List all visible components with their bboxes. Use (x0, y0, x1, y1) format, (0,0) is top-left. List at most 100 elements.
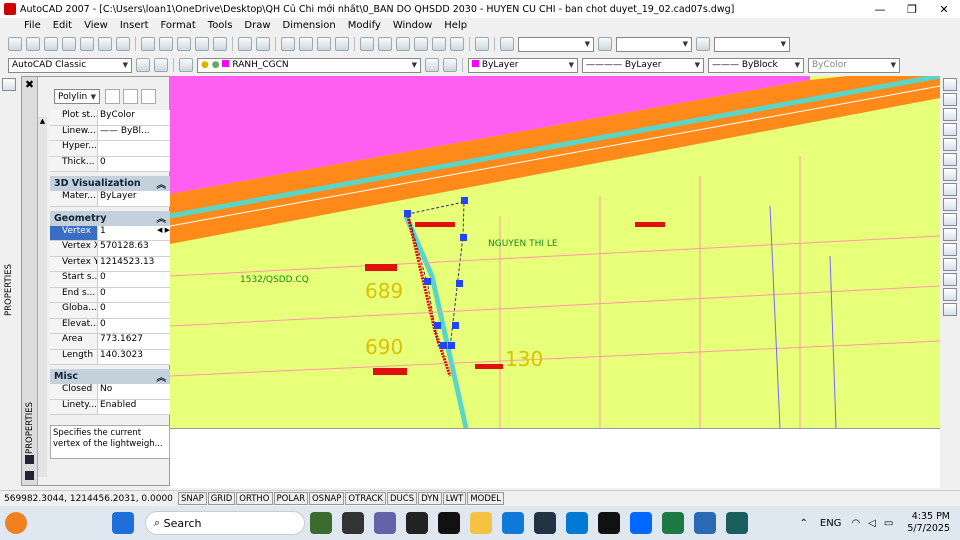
explode-icon[interactable] (943, 303, 957, 316)
dyn-toggle[interactable]: DYN (418, 492, 442, 505)
prop-row[interactable]: Area 773.1627 (50, 334, 170, 350)
palette-menu-icon[interactable] (25, 471, 34, 480)
trim-icon[interactable] (943, 213, 957, 226)
prop-row[interactable]: Length 140.3023 (50, 349, 170, 365)
section-misc[interactable]: Misc ︽ (50, 369, 170, 384)
layer-previous-icon[interactable] (443, 58, 457, 72)
widget-icon[interactable] (310, 512, 332, 534)
block-editor-icon[interactable] (213, 37, 227, 51)
store-icon[interactable] (534, 512, 556, 534)
dim-style-combo[interactable]: ▼ (616, 36, 692, 52)
layer-manager-icon[interactable] (179, 58, 193, 72)
battery-icon[interactable]: ▭ (880, 518, 897, 529)
erase-icon[interactable] (943, 78, 957, 91)
rotate-icon[interactable] (943, 168, 957, 181)
undo-icon[interactable] (238, 37, 252, 51)
object-type-combo[interactable]: Polylin ▼ (54, 89, 100, 104)
zoom-realtime-icon[interactable] (299, 37, 313, 51)
snap-toggle[interactable]: SNAP (178, 492, 207, 505)
zoom-previous-icon[interactable] (335, 37, 349, 51)
quick-select-icon[interactable] (141, 89, 156, 104)
layer-states-icon[interactable] (2, 78, 16, 91)
otrack-toggle[interactable]: OTRACK (345, 492, 386, 505)
polar-toggle[interactable]: POLAR (273, 492, 308, 505)
match-properties-icon[interactable] (195, 37, 209, 51)
menu-tools[interactable]: Tools (202, 20, 239, 31)
prop-row[interactable]: Vertex Y 1214523.13 (50, 256, 170, 272)
help-icon[interactable] (475, 37, 489, 51)
select-objects-icon[interactable] (123, 89, 138, 104)
chevron-up-icon[interactable]: ⌃ (793, 518, 813, 529)
workspace-settings-icon[interactable] (136, 58, 150, 72)
mirror-icon[interactable] (943, 108, 957, 121)
zoom-window-icon[interactable] (317, 37, 331, 51)
paste-icon[interactable] (177, 37, 191, 51)
publish-icon[interactable] (98, 37, 112, 51)
vertex-spinner-icon[interactable]: ◀ ▶ (157, 226, 170, 241)
pan-icon[interactable] (281, 37, 295, 51)
zalo-icon[interactable] (630, 512, 652, 534)
map-drawing[interactable]: 689 690 130 1532/QSDD.CQ NGUYEN THI LE (170, 76, 940, 428)
minimize-button[interactable]: — (864, 3, 896, 16)
model-toggle[interactable]: MODEL (467, 492, 504, 505)
prop-row[interactable]: Hyper... (50, 141, 170, 157)
autocad-app-icon[interactable] (4, 3, 16, 15)
taskbar-search[interactable]: ⌕ Search (145, 511, 305, 535)
properties-icon[interactable] (360, 37, 374, 51)
menu-dimension[interactable]: Dimension (277, 20, 342, 31)
stretch-icon[interactable] (943, 198, 957, 211)
weather-icon[interactable] (5, 512, 27, 534)
prop-row[interactable]: Mater... ByLayer (50, 191, 170, 207)
meet-icon[interactable] (374, 512, 396, 534)
offset-icon[interactable] (943, 123, 957, 136)
open-icon[interactable] (26, 37, 40, 51)
document-icon[interactable] (4, 20, 14, 30)
app-icon[interactable] (406, 512, 428, 534)
plot-preview-icon[interactable] (80, 37, 94, 51)
plotstyle-combo[interactable]: ByColor ▼ (808, 57, 900, 73)
task-view-icon[interactable] (342, 512, 364, 534)
volume-icon[interactable]: ◁ (864, 518, 880, 529)
capcut-icon[interactable] (438, 512, 460, 534)
section-3d-visualization[interactable]: 3D Visualization ︽ (50, 176, 170, 191)
prop-row[interactable]: Globa... 0 (50, 303, 170, 319)
osnap-toggle[interactable]: OSNAP (308, 492, 345, 505)
3d-dwf-icon[interactable] (116, 37, 130, 51)
table-style-combo[interactable]: ▼ (714, 36, 790, 52)
command-line[interactable] (170, 428, 940, 488)
excel-icon[interactable] (662, 512, 684, 534)
menu-view[interactable]: View (78, 20, 114, 31)
prop-row[interactable]: Closed No (50, 384, 170, 400)
lineweight-combo[interactable]: ——— ByBlock ▼ (708, 57, 804, 73)
layer-combo[interactable]: ● ● RANH_CGCN ▼ (197, 57, 421, 73)
launcher-icon[interactable] (566, 512, 588, 534)
palette-autohide-icon[interactable] (25, 455, 34, 464)
palette-scrollbar[interactable]: ▲ (38, 117, 47, 477)
array-icon[interactable] (943, 138, 957, 151)
menu-file[interactable]: File (18, 20, 47, 31)
prop-row[interactable]: Linew... —— ByBl... (50, 125, 170, 141)
prop-row[interactable]: Linety... Enabled (50, 399, 170, 415)
workspace-combo[interactable]: AutoCAD Classic ▼ (8, 57, 132, 73)
prop-row[interactable]: Plot st... ByColor (50, 110, 170, 126)
menu-edit[interactable]: Edit (47, 20, 78, 31)
color-combo[interactable]: ByLayer ▼ (468, 57, 578, 73)
prop-row[interactable]: Start s... 0 (50, 272, 170, 288)
maximize-button[interactable]: ❐ (896, 3, 928, 16)
move-icon[interactable] (943, 153, 957, 166)
text-style-icon[interactable] (500, 37, 514, 51)
ducs-toggle[interactable]: DUCS (387, 492, 418, 505)
drawing-canvas[interactable]: 689 690 130 1532/QSDD.CQ NGUYEN THI LE (170, 76, 940, 428)
vertex-row[interactable]: Vertex 1 ◀ ▶ (50, 225, 170, 241)
palette-titlebar[interactable]: ✖ PROPERTIES (22, 77, 38, 485)
ortho-toggle[interactable]: ORTHO (236, 492, 273, 505)
copy-icon[interactable] (159, 37, 173, 51)
wifi-icon[interactable]: ◠ (847, 518, 864, 529)
markup-icon[interactable] (432, 37, 446, 51)
prop-row[interactable]: Thick... 0 (50, 156, 170, 172)
workspace-save-icon[interactable] (154, 58, 168, 72)
autocad-taskbar-icon[interactable] (726, 512, 748, 534)
design-center-icon[interactable] (378, 37, 392, 51)
toggle-pickadd-icon[interactable] (105, 89, 120, 104)
menu-modify[interactable]: Modify (342, 20, 387, 31)
